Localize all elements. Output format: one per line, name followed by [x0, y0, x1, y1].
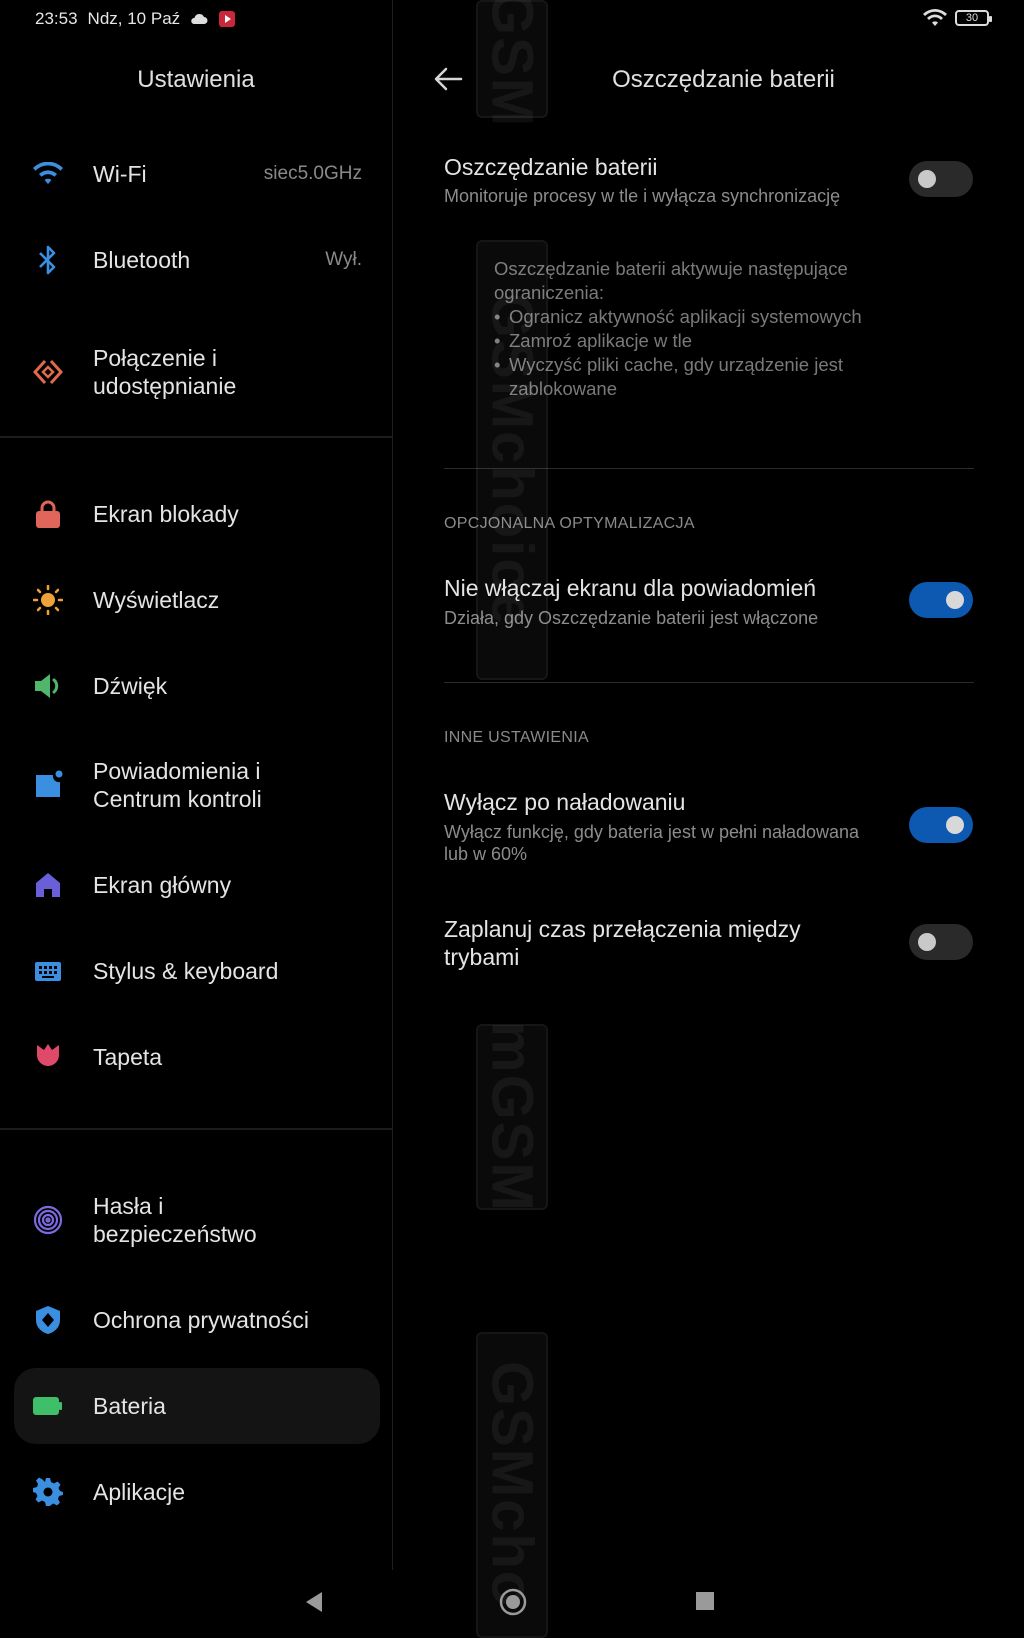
status-time: 23:53 [35, 9, 78, 28]
bluetooth-icon [32, 244, 64, 276]
sidebar-item-label: Ekran główny [93, 872, 232, 898]
sidebar-item-label: Powiadomienia i Centrum kontroli [93, 758, 262, 812]
sidebar-item-label: Wyświetlacz [93, 587, 220, 613]
battery-level: 30 [965, 12, 979, 24]
sidebar-item-connection-sharing[interactable]: Połączenie i udostępnianie [14, 324, 380, 420]
toggle-knob [918, 170, 936, 188]
tulip-icon [32, 1041, 64, 1073]
sidebar-item-label: Hasła i bezpieczeństwo [93, 1193, 257, 1247]
privacy-shield-icon [32, 1304, 64, 1336]
sidebar-item-label: Dźwięk [93, 673, 168, 699]
battery-status-icon: 30 [955, 10, 992, 26]
battery-saver-title: Oszczędzanie baterii [444, 154, 658, 180]
toggle-knob [946, 816, 964, 834]
media-play-icon [219, 11, 236, 27]
restrictions-list: Ogranicz aktywność aplikacji systemowych… [494, 305, 914, 401]
schedule-switch-title: Zaplanuj czas przełączenia między trybam… [444, 916, 801, 970]
sidebar-item-home-screen[interactable]: Ekran główny [14, 847, 380, 923]
sidebar-item-label: Połączenie i udostępnianie [93, 345, 237, 399]
cloud-icon [191, 13, 208, 24]
list-item: Wyczyść pliki cache, gdy urządzenie jest… [494, 353, 914, 401]
restrictions-intro: Oszczędzanie baterii aktywuje następując… [494, 258, 848, 303]
status-left: 23:53 Ndz, 10 Paź [35, 9, 236, 29]
sidebar-divider [0, 1128, 392, 1130]
sidebar-item-sound[interactable]: Dźwięk [14, 648, 380, 724]
disable-when-charged-subtitle: Wyłącz funkcję, gdy bateria jest w pełni… [444, 822, 860, 864]
sidebar-item-lock-screen[interactable]: Ekran blokady [14, 476, 380, 552]
sidebar-item-battery[interactable]: Bateria [14, 1368, 380, 1444]
disable-when-charged-title: Wyłącz po naładowaniu [444, 789, 686, 815]
navigation-bar [0, 1570, 1024, 1638]
sidebar-divider [0, 436, 392, 438]
notification-icon [32, 769, 64, 801]
connection-sharing-icon [32, 356, 64, 388]
disable-when-charged-toggle[interactable] [909, 807, 973, 843]
watermark: GSM [476, 0, 548, 128]
sidebar-item-value: Wył. [325, 249, 362, 270]
sidebar-item-label: Ekran blokady [93, 501, 239, 527]
sidebar-item-privacy[interactable]: Ochrona prywatności [14, 1282, 380, 1358]
sidebar-item-wifi[interactable]: Wi-Fi siec5.0GHz [14, 136, 380, 212]
section-divider [444, 682, 974, 683]
schedule-switch-toggle[interactable] [909, 924, 973, 960]
sidebar-item-apps[interactable]: Aplikacje [14, 1454, 380, 1530]
nav-home-icon[interactable] [499, 1588, 527, 1616]
watermark: mGSM [476, 1021, 548, 1213]
sidebar-item-label: Wi-Fi [93, 161, 147, 187]
toggle-knob [918, 933, 936, 951]
screen-notifications-toggle[interactable] [909, 582, 973, 618]
gear-icon [32, 1476, 64, 1508]
settings-list-panel: Ustawienia Wi-Fi siec5.0GHz Bluetooth Wy… [0, 40, 392, 1570]
sidebar-item-stylus-keyboard[interactable]: Stylus & keyboard [14, 933, 380, 1009]
watermark: GSMchoice [476, 240, 548, 680]
list-item: Ogranicz aktywność aplikacji systemowych [494, 305, 914, 329]
home-icon [32, 869, 64, 901]
battery-icon [32, 1390, 64, 1422]
wifi-status-icon [923, 9, 947, 26]
sidebar-item-notifications[interactable]: Powiadomienia i Centrum kontroli [14, 737, 380, 833]
wifi-icon [32, 158, 64, 190]
toggle-knob [946, 591, 964, 609]
restrictions-info: Oszczędzanie baterii aktywuje następując… [494, 257, 914, 401]
keyboard-icon [32, 955, 64, 987]
status-date: Ndz, 10 Paź [87, 9, 181, 28]
sidebar-item-label: Bateria [93, 1393, 166, 1419]
sidebar-item-label: Aplikacje [93, 1479, 186, 1505]
sidebar-item-passwords-security[interactable]: Hasła i bezpieczeństwo [14, 1172, 380, 1268]
sidebar-item-value: siec5.0GHz [263, 163, 362, 184]
sidebar-item-label: Tapeta [93, 1044, 163, 1070]
sidebar-item-label: Ochrona prywatności [93, 1307, 310, 1333]
status-right: 30 [923, 9, 992, 27]
nav-back-icon[interactable] [304, 1590, 324, 1614]
lock-icon [32, 498, 64, 530]
sidebar-item-label: Bluetooth [93, 247, 191, 273]
sun-icon [32, 584, 64, 616]
nav-recents-icon[interactable] [696, 1592, 714, 1610]
battery-saver-toggle[interactable] [909, 161, 973, 197]
sidebar-item-bluetooth[interactable]: Bluetooth Wył. [14, 222, 380, 298]
settings-title: Ustawienia [137, 66, 255, 93]
list-item: Zamroź aplikacje w tle [494, 329, 914, 353]
section-header-other: INNE USTAWIENIA [444, 729, 589, 746]
sidebar-item-label: Stylus & keyboard [93, 958, 279, 984]
speaker-icon [32, 670, 64, 702]
sidebar-item-display[interactable]: Wyświetlacz [14, 562, 380, 638]
fingerprint-icon [32, 1204, 64, 1236]
battery-saver-subtitle: Monitoruje procesy w tle i wyłącza synch… [444, 186, 841, 206]
sidebar-item-wallpaper[interactable]: Tapeta [14, 1019, 380, 1095]
